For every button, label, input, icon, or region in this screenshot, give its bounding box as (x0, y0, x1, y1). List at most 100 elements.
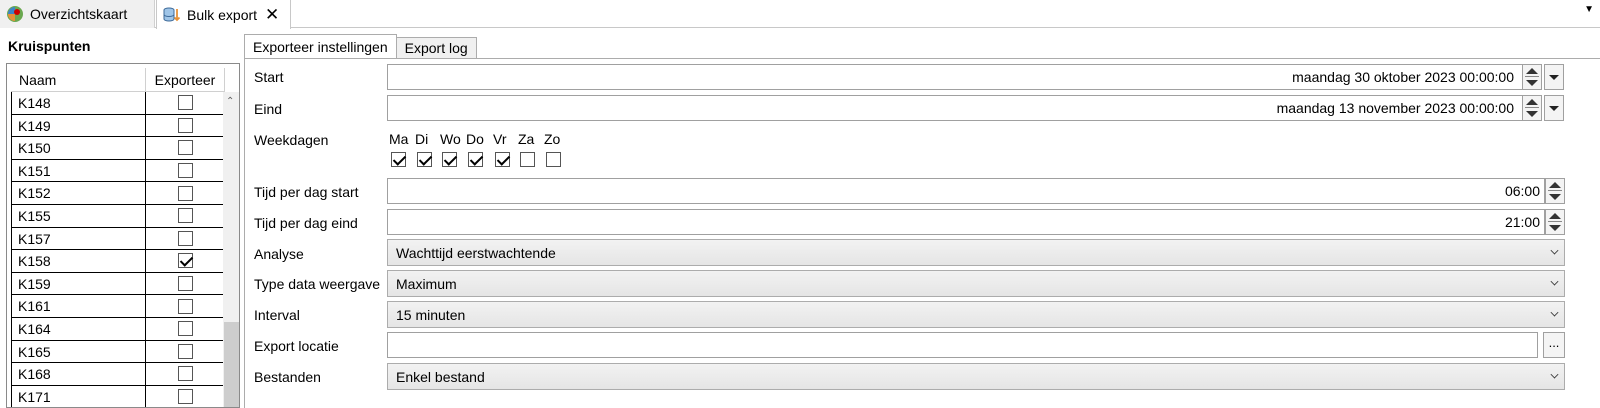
weekday-checkbox[interactable] (417, 152, 432, 167)
browse-button[interactable]: ... (1543, 332, 1565, 358)
grid-header: Naam Exporteer (11, 68, 225, 92)
end-label: Eind (254, 101, 283, 117)
weekday-label: Zo (544, 131, 561, 147)
row-name: K150 (11, 137, 146, 159)
interval-label: Interval (254, 307, 300, 323)
row-export-cell (146, 295, 225, 317)
chevron-up-icon[interactable]: ⌃ (226, 96, 234, 107)
row-export-cell (146, 92, 225, 114)
table-row[interactable]: K151 (11, 159, 225, 183)
table-row[interactable]: K165 (11, 340, 225, 364)
start-calendar-dropdown[interactable] (1544, 64, 1564, 90)
interval-select[interactable]: 15 minuten (387, 301, 1565, 328)
type-select[interactable]: Maximum (387, 270, 1565, 297)
export-checkbox[interactable] (177, 185, 193, 201)
export-checkbox[interactable] (177, 117, 193, 133)
row-name: K157 (11, 227, 146, 250)
table-row[interactable]: K150 (11, 137, 225, 160)
time-end-field[interactable]: 21:00 (387, 209, 1545, 235)
grid-rows: K148 K149 K150 K151 K152 K155 K157 K158 K159 K161… (11, 92, 225, 407)
kruispunten-title: Kruispunten (8, 38, 91, 54)
table-row[interactable]: K148 (11, 92, 225, 115)
weekday-label: Ma (389, 131, 409, 147)
tab-exporteer-instellingen[interactable]: Exporteer instellingen (244, 34, 397, 59)
table-row[interactable]: K171 (11, 385, 225, 407)
weekday-label: Za (518, 131, 535, 147)
table-row[interactable]: K168 (11, 363, 225, 386)
export-checkbox[interactable] (177, 389, 193, 405)
type-label: Type data weergave (254, 276, 381, 292)
export-checkbox[interactable] (177, 321, 193, 337)
database-export-icon (163, 7, 181, 21)
export-checkbox[interactable] (177, 298, 193, 314)
weekday-checkbox[interactable] (495, 152, 510, 167)
kruispunten-grid: Naam Exporteer K148 K149 K150 K151 K152 K155 K… (6, 63, 240, 408)
time-end-label: Tijd per dag eind (254, 215, 358, 231)
row-export-cell (146, 182, 225, 204)
column-header-exporteer[interactable]: Exporteer (146, 68, 225, 91)
tab-export-log[interactable]: Export log (395, 37, 477, 59)
tab-bulk-export[interactable]: Bulk export ✕ (156, 0, 291, 29)
row-name: K151 (11, 159, 146, 182)
scrollbar-thumb[interactable] (224, 322, 239, 407)
analysis-label: Analyse (254, 246, 304, 262)
table-row[interactable]: K157 (11, 227, 225, 251)
row-export-cell (146, 114, 225, 137)
export-checkbox[interactable] (177, 253, 193, 269)
export-checkbox[interactable] (177, 366, 193, 382)
export-location-input[interactable] (387, 332, 1538, 358)
weekday-checkbox[interactable] (520, 152, 535, 167)
table-row[interactable]: K158 (11, 250, 225, 273)
time-end-spinner[interactable] (1545, 209, 1565, 235)
analysis-select[interactable]: Wachttijd eerstwachtende (387, 239, 1565, 266)
chevron-down-icon (1550, 246, 1559, 255)
end-calendar-dropdown[interactable] (1544, 95, 1564, 121)
weekday-checkbox[interactable] (468, 152, 483, 167)
time-start-field[interactable]: 06:00 (387, 178, 1545, 204)
column-header-naam[interactable]: Naam (11, 68, 146, 91)
export-checkbox[interactable] (177, 163, 193, 179)
export-checkbox[interactable] (177, 230, 193, 246)
close-icon[interactable]: ✕ (265, 6, 279, 23)
weekday-checkbox[interactable] (391, 152, 406, 167)
row-name: K149 (11, 114, 146, 137)
export-checkbox[interactable] (177, 95, 193, 111)
type-value: Maximum (396, 276, 457, 292)
export-checkbox[interactable] (177, 343, 193, 359)
start-spinner[interactable] (1522, 64, 1542, 90)
tab-label: Overzichtskaart (30, 6, 128, 22)
row-name: K171 (11, 385, 146, 407)
end-datetime-field[interactable]: maandag 13 november 2023 00:00:00 (387, 95, 1523, 121)
vertical-scrollbar[interactable]: ⌃ (223, 92, 239, 407)
chevron-down-icon[interactable]: ▼ (1584, 4, 1594, 15)
end-spinner[interactable] (1522, 95, 1542, 121)
row-name: K168 (11, 363, 146, 385)
map-pin-icon (7, 6, 23, 22)
row-export-cell (146, 227, 225, 250)
export-checkbox[interactable] (177, 140, 193, 156)
row-name: K164 (11, 317, 146, 340)
start-datetime-field[interactable]: maandag 30 oktober 2023 00:00:00 (387, 64, 1523, 90)
table-row[interactable]: K149 (11, 114, 225, 138)
tab-overzichtskaart[interactable]: Overzichtskaart (0, 0, 155, 28)
table-row[interactable]: K152 (11, 182, 225, 205)
weekday-checkbox[interactable] (442, 152, 457, 167)
row-name: K159 (11, 272, 146, 295)
chevron-down-icon (1550, 308, 1559, 317)
export-checkbox[interactable] (177, 276, 193, 292)
export-checkbox[interactable] (177, 208, 193, 224)
weekday-label: Vr (493, 131, 507, 147)
time-start-value: 06:00 (1504, 183, 1540, 199)
table-row[interactable]: K164 (11, 317, 225, 341)
weekday-checkbox[interactable] (546, 152, 561, 167)
chevron-down-icon (1549, 106, 1559, 111)
files-select[interactable]: Enkel bestand (387, 363, 1565, 390)
time-start-label: Tijd per dag start (254, 184, 359, 200)
table-row[interactable]: K155 (11, 204, 225, 228)
weekday-label: Do (466, 131, 484, 147)
table-row[interactable]: K161 (11, 295, 225, 318)
time-start-spinner[interactable] (1545, 178, 1565, 204)
settings-tabs: Exporteer instellingen Export log (244, 34, 477, 59)
table-row[interactable]: K159 (11, 272, 225, 296)
row-export-cell (146, 317, 225, 340)
